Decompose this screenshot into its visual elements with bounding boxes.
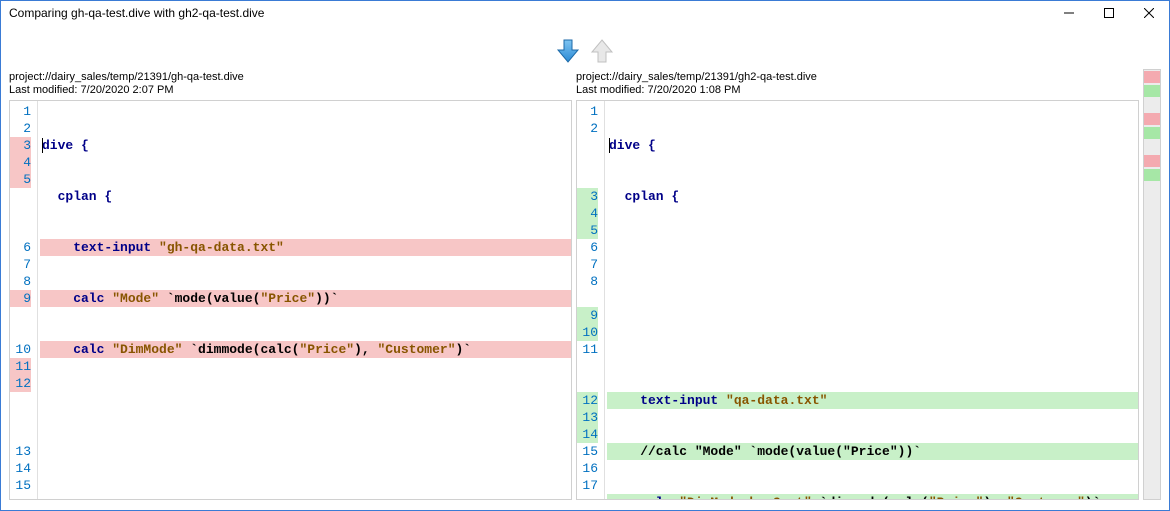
left-modified: Last modified: 7/20/2020 2:07 PM: [9, 84, 572, 97]
left-editor[interactable]: 1 2 3 4 5 6 7 8 9 10 11 12: [9, 100, 572, 500]
maximize-button[interactable]: [1089, 1, 1129, 25]
left-pane: project://dairy_sales/temp/21391/gh-qa-t…: [9, 69, 572, 500]
right-pane-header: project://dairy_sales/temp/21391/gh2-qa-…: [576, 69, 1139, 100]
right-gutter: 1 2 3 4 5 6 7 8 9 10 11 12 13 14: [577, 101, 605, 499]
minimize-button[interactable]: [1049, 1, 1089, 25]
right-editor[interactable]: 1 2 3 4 5 6 7 8 9 10 11 12 13 14: [576, 100, 1139, 500]
right-pane: project://dairy_sales/temp/21391/gh2-qa-…: [576, 69, 1139, 500]
window-controls: [1049, 1, 1169, 25]
right-path: project://dairy_sales/temp/21391/gh2-qa-…: [576, 71, 1139, 84]
titlebar: Comparing gh-qa-test.dive with gh2-qa-te…: [1, 1, 1169, 25]
left-gutter: 1 2 3 4 5 6 7 8 9 10 11 12: [10, 101, 38, 499]
window-title: Comparing gh-qa-test.dive with gh2-qa-te…: [9, 6, 1049, 20]
toolbar: [1, 33, 1169, 69]
left-pane-header: project://dairy_sales/temp/21391/gh-qa-t…: [9, 69, 572, 100]
prev-diff-button[interactable]: [588, 37, 616, 65]
left-code[interactable]: dive { cplan { text-input "gh-qa-data.tx…: [38, 101, 571, 499]
close-button[interactable]: [1129, 1, 1169, 25]
left-path: project://dairy_sales/temp/21391/gh-qa-t…: [9, 71, 572, 84]
diff-content: project://dairy_sales/temp/21391/gh-qa-t…: [1, 69, 1169, 508]
diff-minimap[interactable]: [1143, 69, 1161, 500]
next-diff-button[interactable]: [554, 37, 582, 65]
right-modified: Last modified: 7/20/2020 1:08 PM: [576, 84, 1139, 97]
right-code[interactable]: dive { cplan { text-input "qa-data.txt" …: [605, 101, 1138, 499]
